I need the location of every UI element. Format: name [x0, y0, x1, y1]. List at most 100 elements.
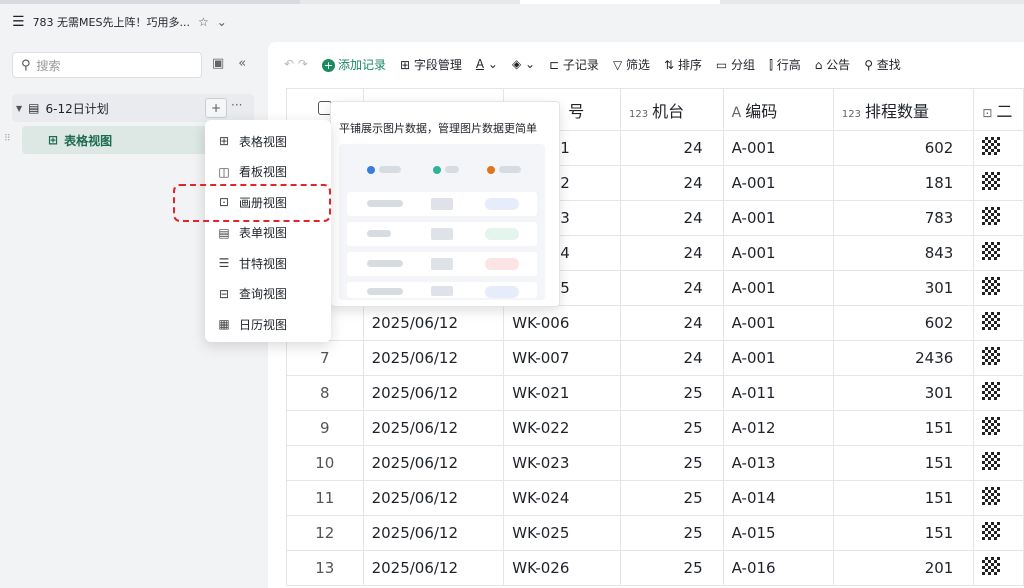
row-index-cell[interactable]: 12: [286, 515, 364, 551]
code-cell[interactable]: A-013: [722, 445, 834, 481]
star-icon[interactable]: ☆: [198, 15, 209, 29]
qty-cell[interactable]: 843: [832, 235, 975, 271]
date-cell[interactable]: 2025/06/12: [362, 305, 505, 341]
table-row[interactable]: 7 2025/06/12 WK-007 24 A-001 2436: [286, 340, 1024, 376]
qr-cell[interactable]: [973, 445, 1024, 481]
row-index-cell[interactable]: 8: [286, 375, 364, 411]
machine-cell[interactable]: 25: [619, 410, 724, 446]
qty-header[interactable]: 123 排程数量: [832, 88, 975, 131]
code-cell[interactable]: A-001: [722, 130, 834, 166]
code-cell[interactable]: A-001: [722, 270, 834, 306]
qr-cell[interactable]: [973, 165, 1024, 201]
table-row[interactable]: 9 2025/06/12 WK-022 25 A-012 151: [286, 410, 1024, 446]
date-cell[interactable]: 2025/06/12: [362, 375, 505, 411]
table-row[interactable]: 13 2025/06/12 WK-026 25 A-016 201: [286, 550, 1024, 586]
wk-cell[interactable]: WK-023: [503, 445, 621, 481]
code-cell[interactable]: A-001: [722, 305, 834, 341]
code-cell[interactable]: A-012: [722, 410, 834, 446]
qty-cell[interactable]: 151: [832, 480, 975, 516]
undo-redo-icons[interactable]: ↶ ↷: [284, 57, 308, 71]
code-header[interactable]: A 编码: [722, 88, 834, 131]
date-cell[interactable]: 2025/06/12: [362, 445, 505, 481]
find-button[interactable]: ⚲ 查找: [864, 56, 901, 73]
code-cell[interactable]: A-001: [722, 340, 834, 376]
qr-cell[interactable]: [973, 130, 1024, 166]
qr-cell[interactable]: [973, 375, 1024, 411]
code-cell[interactable]: A-015: [722, 515, 834, 551]
wk-cell[interactable]: WK-007: [503, 340, 621, 376]
text-color-button[interactable]: A ⌄: [476, 57, 498, 71]
row-index-cell[interactable]: 13: [286, 550, 364, 586]
code-cell[interactable]: A-011: [722, 375, 834, 411]
wk-cell[interactable]: WK-022: [503, 410, 621, 446]
subrecord-button[interactable]: ⊏ 子记录: [549, 56, 599, 73]
field-manage-button[interactable]: ⊞ 字段管理: [400, 56, 462, 73]
date-cell[interactable]: 2025/06/12: [362, 550, 505, 586]
qr-header[interactable]: ⊡ 二: [973, 88, 1024, 131]
menu-item-form-view[interactable]: ▤ 表单视图: [205, 218, 331, 249]
machine-cell[interactable]: 24: [619, 165, 724, 201]
qty-cell[interactable]: 151: [832, 410, 975, 446]
machine-cell[interactable]: 25: [619, 445, 724, 481]
machine-cell[interactable]: 24: [619, 130, 724, 166]
qty-cell[interactable]: 151: [832, 445, 975, 481]
fill-color-button[interactable]: ◈ ⌄: [512, 57, 535, 71]
row-height-button[interactable]: ⫿ 行高: [769, 56, 801, 73]
wk-cell[interactable]: WK-024: [503, 480, 621, 516]
machine-header[interactable]: 123 机台: [619, 88, 724, 131]
date-cell[interactable]: 2025/06/12: [362, 515, 505, 551]
qr-cell[interactable]: [973, 410, 1024, 446]
table-row[interactable]: 10 2025/06/12 WK-023 25 A-013 151: [286, 445, 1024, 481]
chevron-down-icon[interactable]: ⌄: [217, 15, 227, 29]
collapse-icon[interactable]: «: [238, 56, 246, 71]
row-index-cell[interactable]: 9: [286, 410, 364, 446]
qty-cell[interactable]: 602: [832, 130, 975, 166]
qr-cell[interactable]: [973, 480, 1024, 516]
machine-cell[interactable]: 25: [619, 550, 724, 586]
date-cell[interactable]: 2025/06/12: [362, 340, 505, 376]
code-cell[interactable]: A-001: [722, 200, 834, 236]
qty-cell[interactable]: 301: [832, 375, 975, 411]
filter-button[interactable]: ▽ 筛选: [613, 56, 650, 73]
qty-cell[interactable]: 151: [832, 515, 975, 551]
menu-item-grid-view[interactable]: ⊞ 表格视图: [205, 126, 331, 157]
qr-cell[interactable]: [973, 340, 1024, 376]
date-cell[interactable]: 2025/06/12: [362, 410, 505, 446]
menu-item-calendar-view[interactable]: ▦ 日历视图: [205, 309, 331, 340]
qty-cell[interactable]: 602: [832, 305, 975, 341]
panel-icon[interactable]: ▣: [212, 56, 224, 71]
add-view-button[interactable]: +: [205, 98, 227, 118]
qty-cell[interactable]: 783: [832, 200, 975, 236]
more-icon[interactable]: ···: [231, 98, 242, 112]
notice-button[interactable]: ⌂ 公告: [815, 56, 850, 73]
table-row[interactable]: 12 2025/06/12 WK-025 25 A-015 151: [286, 515, 1024, 551]
expand-arrow-icon[interactable]: ▼: [16, 104, 22, 113]
qr-cell[interactable]: [973, 200, 1024, 236]
menu-item-query-view[interactable]: ⊟ 查询视图: [205, 279, 331, 310]
group-button[interactable]: ▭ 分组: [716, 56, 755, 73]
table-folder[interactable]: ▼ ▤ 6-12日计划 + ···: [12, 94, 254, 122]
code-cell[interactable]: A-001: [722, 235, 834, 271]
hamburger-menu-icon[interactable]: ☰: [12, 14, 25, 30]
menu-item-kanban-view[interactable]: ◫ 看板视图: [205, 157, 331, 188]
machine-cell[interactable]: 25: [619, 375, 724, 411]
row-index-cell[interactable]: 7: [286, 340, 364, 376]
add-record-button[interactable]: + 添加记录: [321, 56, 386, 73]
qty-cell[interactable]: 201: [832, 550, 975, 586]
row-index-cell[interactable]: 11: [286, 480, 364, 516]
menu-item-gantt-view[interactable]: ☰ 甘特视图: [205, 248, 331, 279]
qr-cell[interactable]: [973, 235, 1024, 271]
sort-button[interactable]: ⇅ 排序: [664, 56, 702, 73]
wk-cell[interactable]: WK-006: [503, 305, 621, 341]
qty-cell[interactable]: 181: [832, 165, 975, 201]
qty-cell[interactable]: 2436: [832, 340, 975, 376]
drag-handle-icon[interactable]: ⠿: [4, 134, 11, 144]
wk-cell[interactable]: WK-025: [503, 515, 621, 551]
wk-cell[interactable]: WK-026: [503, 550, 621, 586]
qr-cell[interactable]: [973, 550, 1024, 586]
code-cell[interactable]: A-016: [722, 550, 834, 586]
qty-cell[interactable]: 301: [832, 270, 975, 306]
machine-cell[interactable]: 24: [619, 305, 724, 341]
machine-cell[interactable]: 25: [619, 515, 724, 551]
sidebar-search[interactable]: ⚲ 搜索: [12, 52, 202, 78]
